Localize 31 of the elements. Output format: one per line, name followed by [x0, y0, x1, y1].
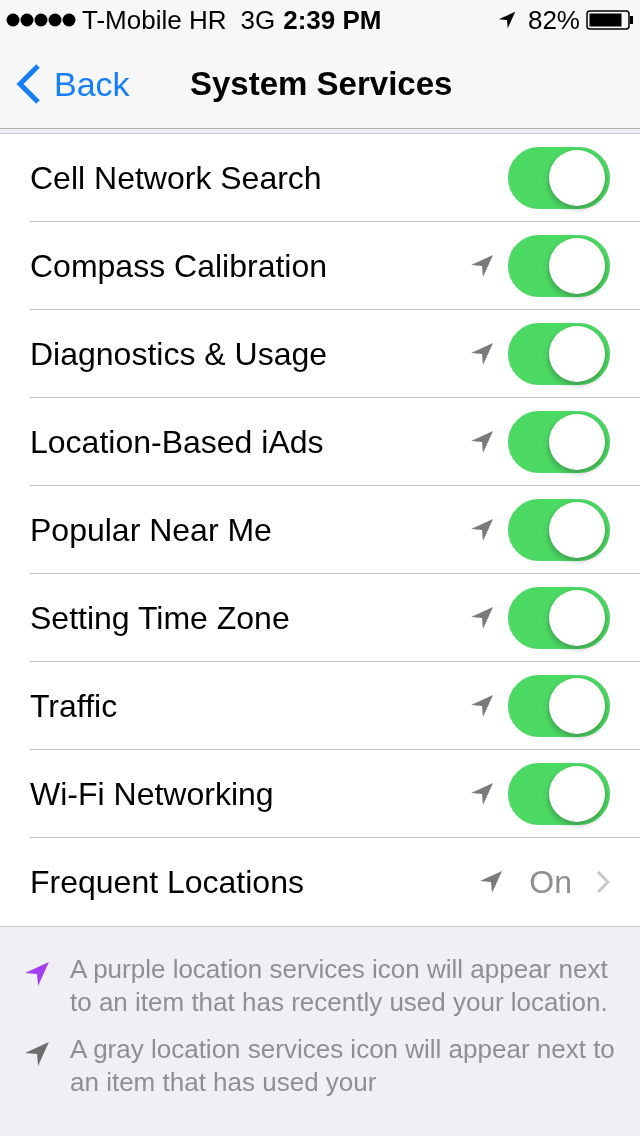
toggle-switch[interactable] [508, 146, 610, 209]
toggle-switch[interactable] [508, 674, 610, 737]
setting-value: On [529, 863, 572, 902]
footer-note: A gray location services icon will appear next to an item that has used your [70, 1033, 616, 1099]
setting-label: Wi-Fi Networking [30, 774, 275, 814]
setting-label: Traffic [30, 686, 119, 726]
setting-label: Location-Based iAds [30, 422, 325, 462]
setting-label: Diagnostics & Usage [30, 334, 329, 374]
toggle-switch[interactable] [508, 410, 610, 473]
toggle-switch[interactable] [508, 586, 610, 649]
toggle-switch[interactable] [508, 322, 610, 385]
setting-label: Frequent Locations [30, 863, 305, 902]
toggle-switch[interactable] [508, 234, 610, 297]
battery-percent: 82% [527, 3, 580, 37]
location-icon [497, 11, 516, 29]
carrier-name: T-Mobile HR [82, 3, 227, 37]
chevron-left-icon [16, 64, 40, 104]
setting-label: Setting Time Zone [30, 598, 291, 638]
clock-time: 2:39 PM [283, 3, 382, 37]
chevron-right-icon [596, 870, 610, 894]
network-type: 3G [240, 3, 276, 37]
back-button[interactable]: Back [0, 58, 130, 110]
page-title: System Services [190, 64, 453, 105]
setting-label: Popular Near Me [30, 510, 273, 550]
toggle-switch[interactable] [508, 498, 610, 561]
footer-note: A purple location services icon will appear next to an item that has recently used your location. [70, 953, 609, 1019]
signal-icon [6, 13, 76, 27]
setting-label: Cell Network Search [30, 158, 323, 198]
battery-icon [586, 10, 634, 30]
setting-label: Compass Calibration [30, 246, 328, 286]
toggle-switch[interactable] [508, 762, 610, 825]
